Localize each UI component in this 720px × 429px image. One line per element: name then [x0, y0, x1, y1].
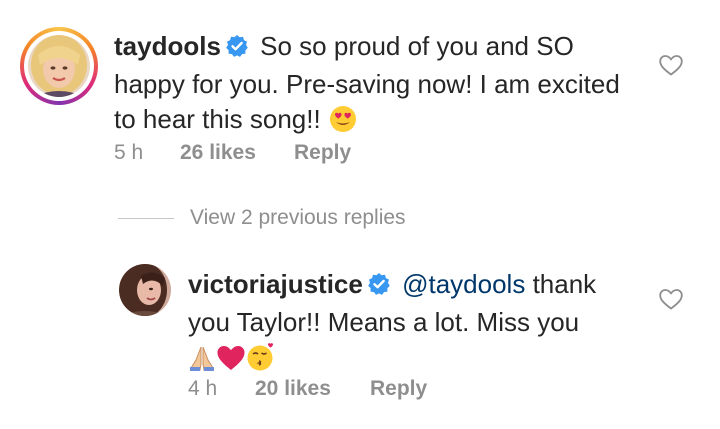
- comment-likes[interactable]: 26 likes: [180, 141, 294, 165]
- comment-reply-button[interactable]: Reply: [294, 141, 351, 165]
- comment-username[interactable]: taydools: [114, 31, 221, 61]
- view-previous-replies-label: View 2 previous replies: [190, 206, 406, 229]
- reply-meta: 4 h 20 likes Reply: [188, 377, 427, 401]
- reply-likes[interactable]: 20 likes: [255, 377, 370, 401]
- heart-eyes-emoji-icon: [328, 104, 358, 143]
- like-heart-icon[interactable]: [658, 287, 684, 311]
- verified-badge-icon: [367, 270, 391, 305]
- reply-body: victoriajustice @taydools thank you Tayl…: [188, 267, 638, 381]
- verified-badge-icon: [225, 32, 249, 67]
- red-heart-emoji-icon: [216, 344, 246, 381]
- reply-reply-button[interactable]: Reply: [370, 377, 427, 401]
- comment-time: 5 h: [114, 141, 144, 164]
- reply-username[interactable]: victoriajustice: [188, 269, 363, 299]
- folded-hands-emoji-icon: [188, 344, 216, 381]
- reply-time: 4 h: [188, 377, 218, 400]
- like-heart-icon[interactable]: [658, 53, 684, 77]
- avatar-victoriajustice[interactable]: [119, 264, 171, 316]
- comment-meta: 5 h 26 likes Reply: [114, 141, 351, 165]
- kissing-face-emoji-icon: [246, 342, 276, 381]
- reply-mention-link[interactable]: @taydools: [402, 269, 525, 299]
- comment-body: taydools So so proud of you and SO happy…: [114, 29, 634, 143]
- view-previous-replies-button[interactable]: View 2 previous replies: [118, 206, 406, 230]
- replies-divider-line: [118, 217, 174, 219]
